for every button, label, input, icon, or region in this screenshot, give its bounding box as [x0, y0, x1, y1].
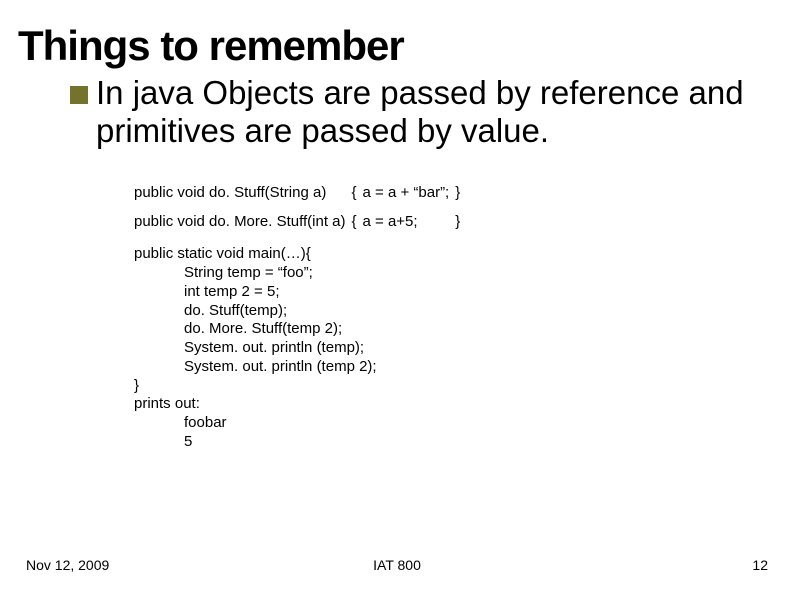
slide: Things to remember In java Objects are p…	[0, 0, 794, 595]
footer-page-number: 12	[752, 557, 768, 573]
code-open-2: {	[352, 213, 363, 232]
footer-center: IAT 800	[0, 557, 794, 573]
code-main-block: public static void main(…){ String temp …	[134, 245, 776, 451]
code-sig-1: public void do. Stuff(String a)	[134, 184, 352, 203]
code-close-2: }	[455, 213, 466, 232]
code-sig-2: public void do. More. Stuff(int a)	[134, 213, 352, 232]
bullet-item: In java Objects are passed by reference …	[70, 74, 776, 150]
slide-title: Things to remember	[18, 22, 776, 70]
code-body-1: a = a + “bar”;	[363, 184, 456, 203]
code-body-2: a = a+5;	[363, 213, 456, 232]
square-bullet-icon	[70, 86, 88, 104]
code-block: public void do. Stuff(String a) { a = a …	[134, 184, 776, 452]
code-open-1: {	[352, 184, 363, 203]
code-signature-table: public void do. Stuff(String a) { a = a …	[134, 184, 466, 232]
code-row-2: public void do. More. Stuff(int a) { a =…	[134, 213, 466, 232]
bullet-text: In java Objects are passed by reference …	[96, 74, 776, 150]
code-close-1: }	[455, 184, 466, 203]
code-row-1: public void do. Stuff(String a) { a = a …	[134, 184, 466, 203]
